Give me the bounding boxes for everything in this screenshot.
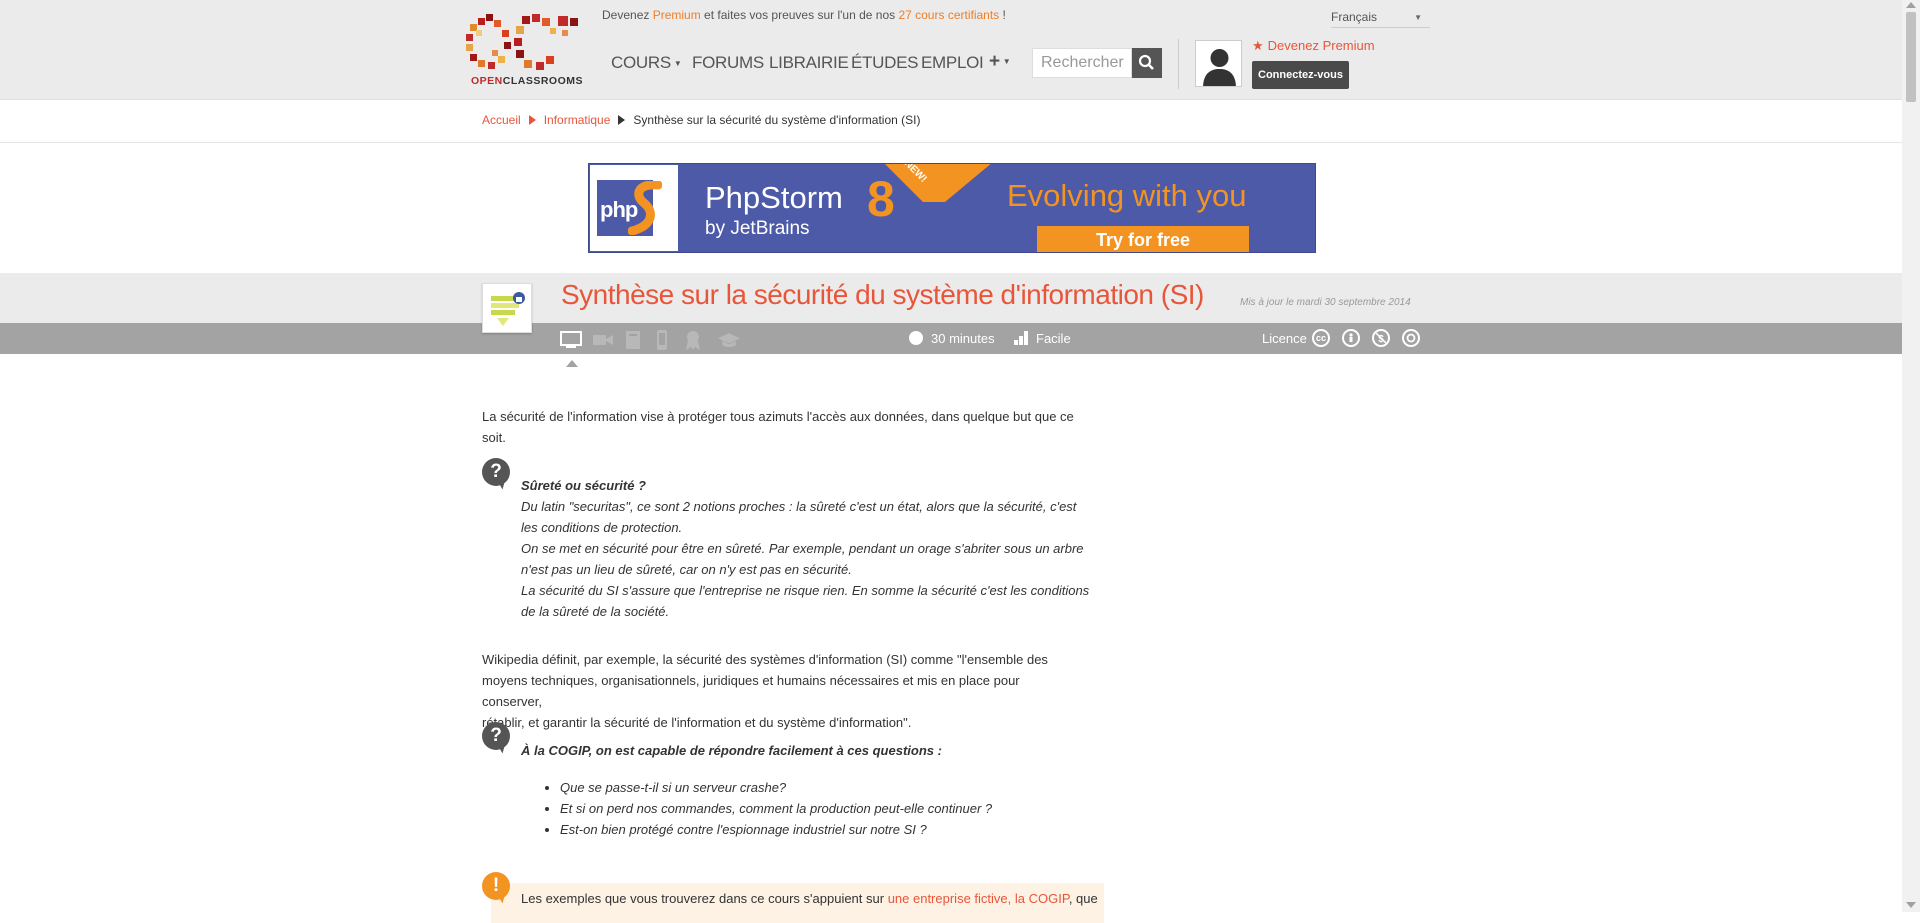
star-icon: ★ <box>1252 38 1264 53</box>
ebook-icon <box>626 331 640 349</box>
search-input[interactable]: Rechercher <box>1032 48 1132 78</box>
language-select[interactable]: Français ▼ <box>1331 10 1430 28</box>
exclamation-icon: ! <box>482 872 510 900</box>
search-button[interactable] <box>1132 48 1162 78</box>
scroll-up-arrow-icon[interactable] <box>1906 2 1916 8</box>
breadcrumb-arrow-icon <box>528 115 536 125</box>
nav-librairie[interactable]: LIBRAIRIE <box>769 53 849 73</box>
course-title: Synthèse sur la sécurité du système d'in… <box>561 279 1204 310</box>
user-silhouette-icon <box>1203 49 1236 86</box>
cogip-link[interactable]: une entreprise fictive, la COGIP <box>888 891 1069 906</box>
header-divider <box>1178 39 1179 89</box>
question-block-surete: Sûreté ou sécurité ? Du latin "securitas… <box>521 478 1090 619</box>
course-updated-date: Mis à jour le mardi 30 septembre 2014 <box>1240 297 1411 308</box>
breadcrumb: Accueil Informatique Synthèse sur la sécur… <box>482 113 920 127</box>
become-premium-link[interactable]: ★ Devenez Premium <box>1252 38 1375 54</box>
avatar[interactable] <box>1195 40 1242 87</box>
scrollbar-thumb[interactable] <box>1906 12 1916 102</box>
login-button[interactable]: Connectez-vous <box>1252 61 1349 89</box>
list-item: Que se passe-t-il si un serveur crashe? <box>560 777 992 798</box>
chevron-down-icon: ▼ <box>1414 13 1422 22</box>
scrollbar[interactable] <box>1902 0 1920 912</box>
promo-premium-link[interactable]: Premium <box>653 8 701 22</box>
scroll-down-arrow-icon[interactable] <box>1906 902 1916 908</box>
question-icon: ? <box>482 722 510 750</box>
list-item: Et si on perd nos commandes, comment la … <box>560 798 992 819</box>
nav-cours[interactable]: COURS ▼ <box>611 53 682 73</box>
question-icon: ? <box>482 458 510 486</box>
intro-paragraph: La sécurité de l'information vise à prot… <box>482 409 1074 445</box>
monitor-icon[interactable] <box>560 330 582 350</box>
banner-slogan: Evolving with you <box>1007 178 1247 213</box>
divider <box>0 142 1902 143</box>
info-note-text: Les exemples que vous trouverez dans ce … <box>521 891 1098 906</box>
share-alike-icon[interactable] <box>1402 329 1420 347</box>
certificate-icon <box>686 331 700 350</box>
licence-label: Licence <box>1262 331 1307 346</box>
premium-promo: Devenez Premium et faites vos preuves su… <box>602 8 1006 22</box>
banner-product: PhpStorm <box>705 180 843 215</box>
non-commercial-icon[interactable]: $ <box>1372 329 1390 347</box>
nav-more[interactable]: + ▼ <box>989 51 1011 73</box>
wikipedia-paragraph: Wikipedia définit, par exemple, la sécur… <box>482 652 1048 730</box>
nav-etudes[interactable]: ÉTUDES <box>851 53 918 73</box>
difficulty-bars-icon <box>1014 331 1028 345</box>
promo-courses-link[interactable]: 27 cours certifiants <box>898 8 999 22</box>
video-icon <box>593 335 613 345</box>
nav-forums[interactable]: FORUMS <box>692 53 764 73</box>
course-difficulty: Facile <box>1014 331 1071 346</box>
list-item: Est-on bien protégé contre l'espionnage … <box>560 819 992 840</box>
breadcrumb-current: Synthèse sur la sécurité du système d'in… <box>633 113 921 127</box>
graduation-icon <box>718 333 740 347</box>
format-selected-caret <box>566 360 578 367</box>
try-for-free-button[interactable]: Try for free <box>1037 226 1249 252</box>
breadcrumb-category[interactable]: Informatique <box>544 113 611 127</box>
ad-banner[interactable]: php PhpStorm 8 by JetBrains NEW! Evolvin… <box>588 163 1316 253</box>
breadcrumb-home[interactable]: Accueil <box>482 113 521 127</box>
nav-emploi[interactable]: EMPLOI <box>921 53 984 73</box>
phpstorm-logo: php <box>590 165 678 251</box>
course-thumbnail <box>482 283 532 333</box>
cc-icon[interactable]: cc <box>1312 329 1330 347</box>
breadcrumb-arrow-icon <box>618 115 626 125</box>
question-block-cogip: À la COGIP, on est capable de répondre f… <box>521 743 942 758</box>
attribution-icon[interactable] <box>1342 329 1360 347</box>
mobile-icon <box>657 330 667 350</box>
banner-byline: by JetBrains <box>705 218 810 239</box>
security-course-icon <box>491 292 525 326</box>
cogip-questions-list: Que se passe-t-il si un serveur crashe? … <box>542 777 992 840</box>
logo-wordmark: OPENCLASSROOMS <box>471 75 584 87</box>
search-icon <box>1138 54 1154 70</box>
course-duration: 30 minutes <box>909 331 995 346</box>
clock-icon <box>909 331 923 345</box>
